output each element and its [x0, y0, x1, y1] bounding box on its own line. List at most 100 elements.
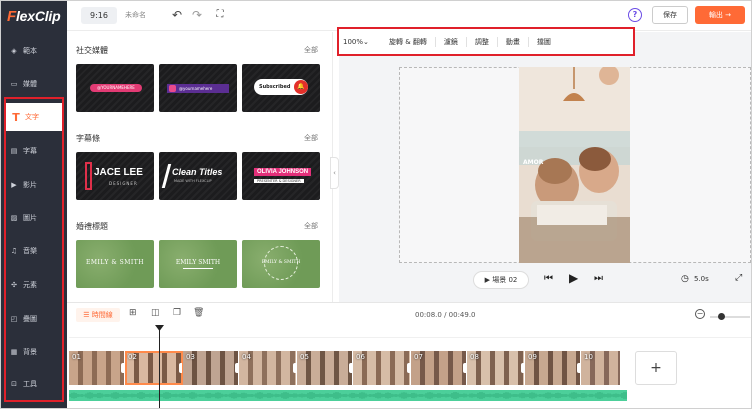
clip-number: 06	[356, 353, 365, 361]
tile-subcaption: MADE WITH FLEXCLIP	[174, 179, 212, 183]
template-tile[interactable]: EMILY & SMITH	[76, 240, 154, 288]
template-tile[interactable]: EMILY SMITH	[159, 240, 237, 288]
project-title[interactable]: 未命名	[125, 10, 146, 20]
sidebar-item-overlay[interactable]: ◰ 疊圖	[4, 305, 64, 333]
flexclip-editor: FlexClip ◈ 範本 ▭ 媒體 T 文字 ▤ 字幕 ▶ 影片 ▨ 圖片 ♫ 音樂 ✣ 元素 ◰ 疊圖 ▦ 背景 ⊡…	[0, 0, 752, 409]
canvas-toolbar: 100%⌄ 旋轉 & 翻轉 濾鏡 調整 動畫 擋圖	[337, 27, 635, 56]
logo-f: F	[7, 7, 16, 25]
sidebar-item-elements[interactable]: ✣ 元素	[4, 271, 64, 299]
sidebar-item-label: 背景	[23, 348, 37, 356]
zoom-value: 100%	[343, 37, 364, 46]
add-scene-icon[interactable]: ⊞	[129, 308, 137, 318]
template-tile[interactable]: EMILY & SMITH	[242, 240, 320, 288]
timeline-clip[interactable]: 05	[297, 351, 353, 385]
timeline-clip[interactable]: 10	[581, 351, 621, 385]
zoom-slider-knob[interactable]	[718, 313, 725, 320]
skip-forward-icon[interactable]: ⏭	[594, 273, 603, 284]
animation-button[interactable]: 動畫	[496, 36, 528, 47]
app-logo[interactable]: FlexClip	[1, 1, 67, 31]
see-all-wedding[interactable]: 全部	[304, 221, 318, 231]
timeline-ruler[interactable]	[69, 326, 751, 338]
playhead[interactable]	[159, 327, 160, 408]
clip-number: 03	[186, 353, 195, 361]
tile-caption: EMILY SMITH	[175, 259, 221, 266]
duplicate-icon[interactable]: ❐	[173, 308, 181, 318]
template-tile[interactable]: OLIVIA JOHNSON PRESENTER & DESIGNER	[242, 152, 320, 200]
tile-caption: @YOURNAMEHERE	[90, 84, 142, 92]
timeline-clip[interactable]: 01	[69, 351, 125, 385]
play-icon[interactable]: ▶	[569, 271, 578, 285]
sidebar-item-label: 文字	[25, 113, 39, 121]
tile-caption: Clean Titles	[172, 167, 223, 177]
save-button[interactable]: 保存	[652, 6, 688, 24]
tile-subcaption: PRESENTER & DESIGNER	[254, 179, 304, 183]
template-tile[interactable]: @YOURNAMEHERE	[76, 64, 154, 112]
play-small-icon: ▶	[484, 276, 490, 284]
sidebar-item-label: 範本	[23, 47, 37, 55]
sidebar-item-subtitle[interactable]: ▤ 字幕	[4, 137, 64, 165]
timeline-icon: ☰	[83, 311, 90, 319]
sidebar-item-folder[interactable]: ▭ 媒體	[4, 70, 64, 98]
split-icon[interactable]: ◫	[151, 308, 160, 318]
see-all-social[interactable]: 全部	[304, 45, 318, 55]
timeline-clip[interactable]: 02	[125, 351, 183, 385]
undo-icon[interactable]: ↶	[170, 8, 184, 22]
mask-button[interactable]: 擋圖	[527, 36, 559, 47]
tile-accent-bar	[85, 162, 92, 190]
timeline-clip[interactable]: 07	[411, 351, 467, 385]
add-clip-button[interactable]: +	[635, 351, 677, 385]
collapse-panel-button[interactable]: ‹	[330, 157, 339, 189]
scene-selector[interactable]: ▶ 場景 02	[473, 271, 529, 289]
section-title-wedding: 婚禮標題	[76, 222, 108, 231]
delete-icon[interactable]: 🗑	[193, 308, 204, 318]
timeline-clip[interactable]: 06	[353, 351, 411, 385]
template-tile[interactable]: JACE LEE DESIGNER	[76, 152, 154, 200]
fullscreen-icon[interactable]: ⛶	[213, 8, 227, 22]
template-tile[interactable]: Clean Titles MADE WITH FLEXCLIP	[159, 152, 237, 200]
rotate-flip-button[interactable]: 旋轉 & 翻轉	[373, 37, 435, 47]
sidebar-item-label: 疊圖	[23, 315, 37, 323]
filter-button[interactable]: 濾鏡	[434, 36, 466, 47]
video-preview[interactable]: AMOR	[519, 67, 630, 263]
clip-track: 01 02 03 04 05 06 07 08 09 10	[69, 351, 621, 385]
template-tile[interactable]: Subscribed 🔔	[242, 64, 320, 112]
timeline-clip[interactable]: 04	[239, 351, 297, 385]
template-tile[interactable]: @yournamehere	[159, 64, 237, 112]
adjust-button[interactable]: 調整	[465, 36, 497, 47]
redo-icon[interactable]: ↷	[190, 8, 204, 22]
timeline-clip[interactable]: 08	[467, 351, 525, 385]
timeline-clip[interactable]: 09	[525, 351, 581, 385]
logo-text: lexClip	[15, 8, 61, 24]
audio-waveform	[69, 392, 627, 399]
zoom-dropdown[interactable]: 100%⌄	[339, 38, 373, 46]
clip-number: 05	[300, 353, 309, 361]
sidebar-item-toolbox[interactable]: ⊡ 工具	[4, 370, 64, 398]
tile-caption: JACE LEE	[94, 167, 143, 178]
aspect-ratio-button[interactable]: 9:16	[81, 7, 117, 24]
sidebar-item-background[interactable]: ▦ 背景	[4, 338, 64, 366]
sidebar-item-music[interactable]: ♫ 音樂	[4, 237, 64, 265]
folder-icon: ▭	[10, 80, 18, 88]
scene-duration[interactable]: 5.0s	[694, 275, 709, 283]
timeline-clip[interactable]: 03	[183, 351, 239, 385]
timeline-label: 時間線	[91, 311, 113, 319]
sidebar-item-label: 媒體	[23, 80, 37, 88]
zoom-out-icon[interactable]: −	[695, 309, 705, 319]
help-icon[interactable]: ?	[628, 8, 642, 22]
clip-number: 02	[128, 353, 137, 361]
clip-number: 07	[414, 353, 423, 361]
timeline-toggle-button[interactable]: ☰ 時間線	[76, 308, 120, 322]
sidebar-item-text[interactable]: T 文字	[6, 103, 62, 131]
skip-back-icon[interactable]: ⏮	[544, 273, 553, 284]
export-button[interactable]: 輸出 →	[695, 6, 745, 24]
sidebar-item-layers[interactable]: ◈ 範本	[4, 37, 64, 65]
elements-icon: ✣	[11, 281, 17, 289]
toolbox-icon: ⊡	[11, 380, 17, 388]
see-all-lower-third[interactable]: 全部	[304, 133, 318, 143]
clip-number: 09	[528, 353, 537, 361]
audio-track[interactable]	[69, 390, 627, 401]
sidebar-item-image[interactable]: ▨ 圖片	[4, 204, 64, 232]
timeline-zoom-slider[interactable]	[710, 316, 750, 318]
sidebar-item-video[interactable]: ▶ 影片	[4, 171, 64, 199]
fit-screen-icon[interactable]: ⤢	[735, 273, 742, 283]
